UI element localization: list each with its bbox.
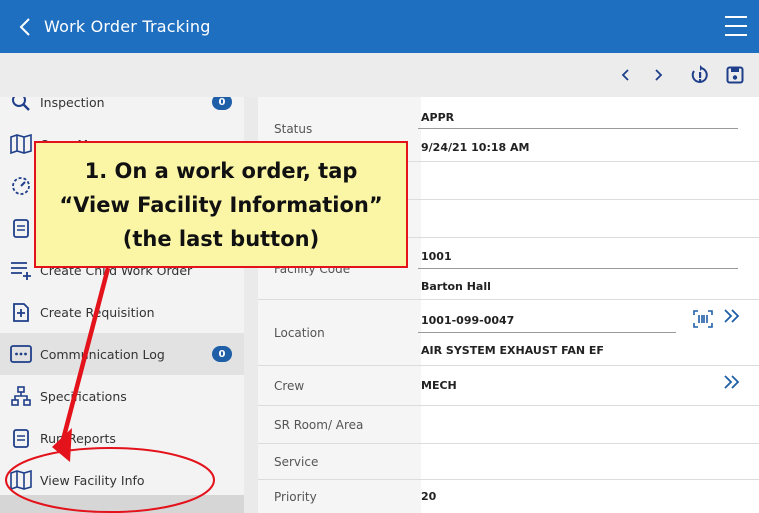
communication-count-badge: 0 — [212, 346, 232, 362]
field-label: Crew — [258, 366, 421, 405]
location-description: AIR SYSTEM EXHAUST FAN EF — [421, 344, 604, 357]
sidebar-item-label: View Facility Info — [40, 472, 145, 488]
status-change-icon — [691, 65, 708, 83]
app-header: Work Order Tracking — [0, 0, 759, 53]
page-title: Work Order Tracking — [44, 17, 211, 36]
back-button[interactable] — [8, 0, 42, 53]
toolbar — [0, 53, 759, 97]
save-icon — [726, 66, 744, 84]
crew-row: Crew MECH — [258, 365, 759, 405]
barcode-scan-icon[interactable] — [693, 310, 713, 332]
field-underline — [418, 268, 738, 269]
map-icon — [10, 469, 32, 491]
gauge-icon — [10, 175, 32, 197]
report-icon — [10, 427, 32, 449]
crew-detail-chevron-icon[interactable] — [723, 374, 741, 395]
status-date: 9/24/21 10:18 AM — [421, 141, 530, 154]
sidebar-item-inspection[interactable]: Inspection 0 — [0, 97, 244, 123]
crew-value[interactable]: MECH — [421, 379, 457, 392]
sidebar-item-specifications[interactable]: Specifications — [0, 375, 244, 417]
next-record-button[interactable] — [642, 59, 674, 91]
chevron-left-icon — [19, 17, 30, 36]
facility-code-input[interactable]: 1001 — [421, 250, 452, 263]
field-label: Priority — [258, 480, 421, 513]
field-label: Location — [258, 300, 421, 365]
list-add-icon — [10, 259, 32, 281]
field-underline — [418, 332, 676, 333]
facility-name: Barton Hall — [421, 280, 491, 293]
sidebar-item-label: Communication Log — [40, 346, 165, 362]
sidebar-footer — [0, 495, 244, 513]
sidebar-item-create-requisition[interactable]: Create Requisition — [0, 291, 244, 333]
change-status-button[interactable] — [684, 59, 716, 91]
sidebar-item-label: Run Reports — [40, 430, 116, 446]
document-add-icon — [10, 301, 32, 323]
callout-line-1: 1. On a work order, tap — [84, 158, 358, 183]
priority-value[interactable]: 20 — [421, 490, 436, 503]
callout-line-2: “View Facility Information” — [59, 192, 383, 217]
sidebar-item-label: Create Requisition — [40, 304, 155, 320]
location-row: Location 1001-099-0047 AIR SYSTEM EXHAUS… — [258, 299, 759, 365]
sidebar-item-run-reports[interactable]: Run Reports — [0, 417, 244, 459]
instruction-callout: 1. On a work order, tap “View Facility I… — [34, 141, 408, 268]
field-label: SR Room/ Area — [258, 406, 421, 443]
hamburger-menu-icon[interactable] — [725, 16, 747, 36]
previous-record-button[interactable] — [610, 59, 642, 91]
inspection-count-badge: 0 — [212, 97, 232, 110]
hierarchy-icon — [10, 385, 32, 407]
map-icon — [10, 133, 32, 155]
location-input[interactable]: 1001-099-0047 — [421, 314, 514, 327]
sidebar-item-label: Specifications — [40, 388, 127, 404]
field-underline — [418, 128, 738, 129]
chat-icon — [10, 343, 32, 365]
field-label: Service — [258, 444, 421, 479]
service-row: Service — [258, 443, 759, 479]
chevron-left-icon — [621, 69, 629, 81]
status-value[interactable]: APPR — [421, 111, 454, 124]
sidebar-item-communication-log[interactable]: Communication Log 0 — [0, 333, 244, 375]
room-row: SR Room/ Area — [258, 405, 759, 443]
search-icon — [10, 97, 32, 113]
location-detail-chevron-icon[interactable] — [723, 308, 741, 329]
save-button[interactable] — [719, 59, 751, 91]
callout-line-3: (the last button) — [122, 226, 320, 251]
clipboard-icon — [10, 217, 32, 239]
sidebar-item-label: Inspection — [40, 97, 105, 110]
priority-row: Priority 20 — [258, 479, 759, 513]
chevron-right-icon — [655, 69, 663, 81]
